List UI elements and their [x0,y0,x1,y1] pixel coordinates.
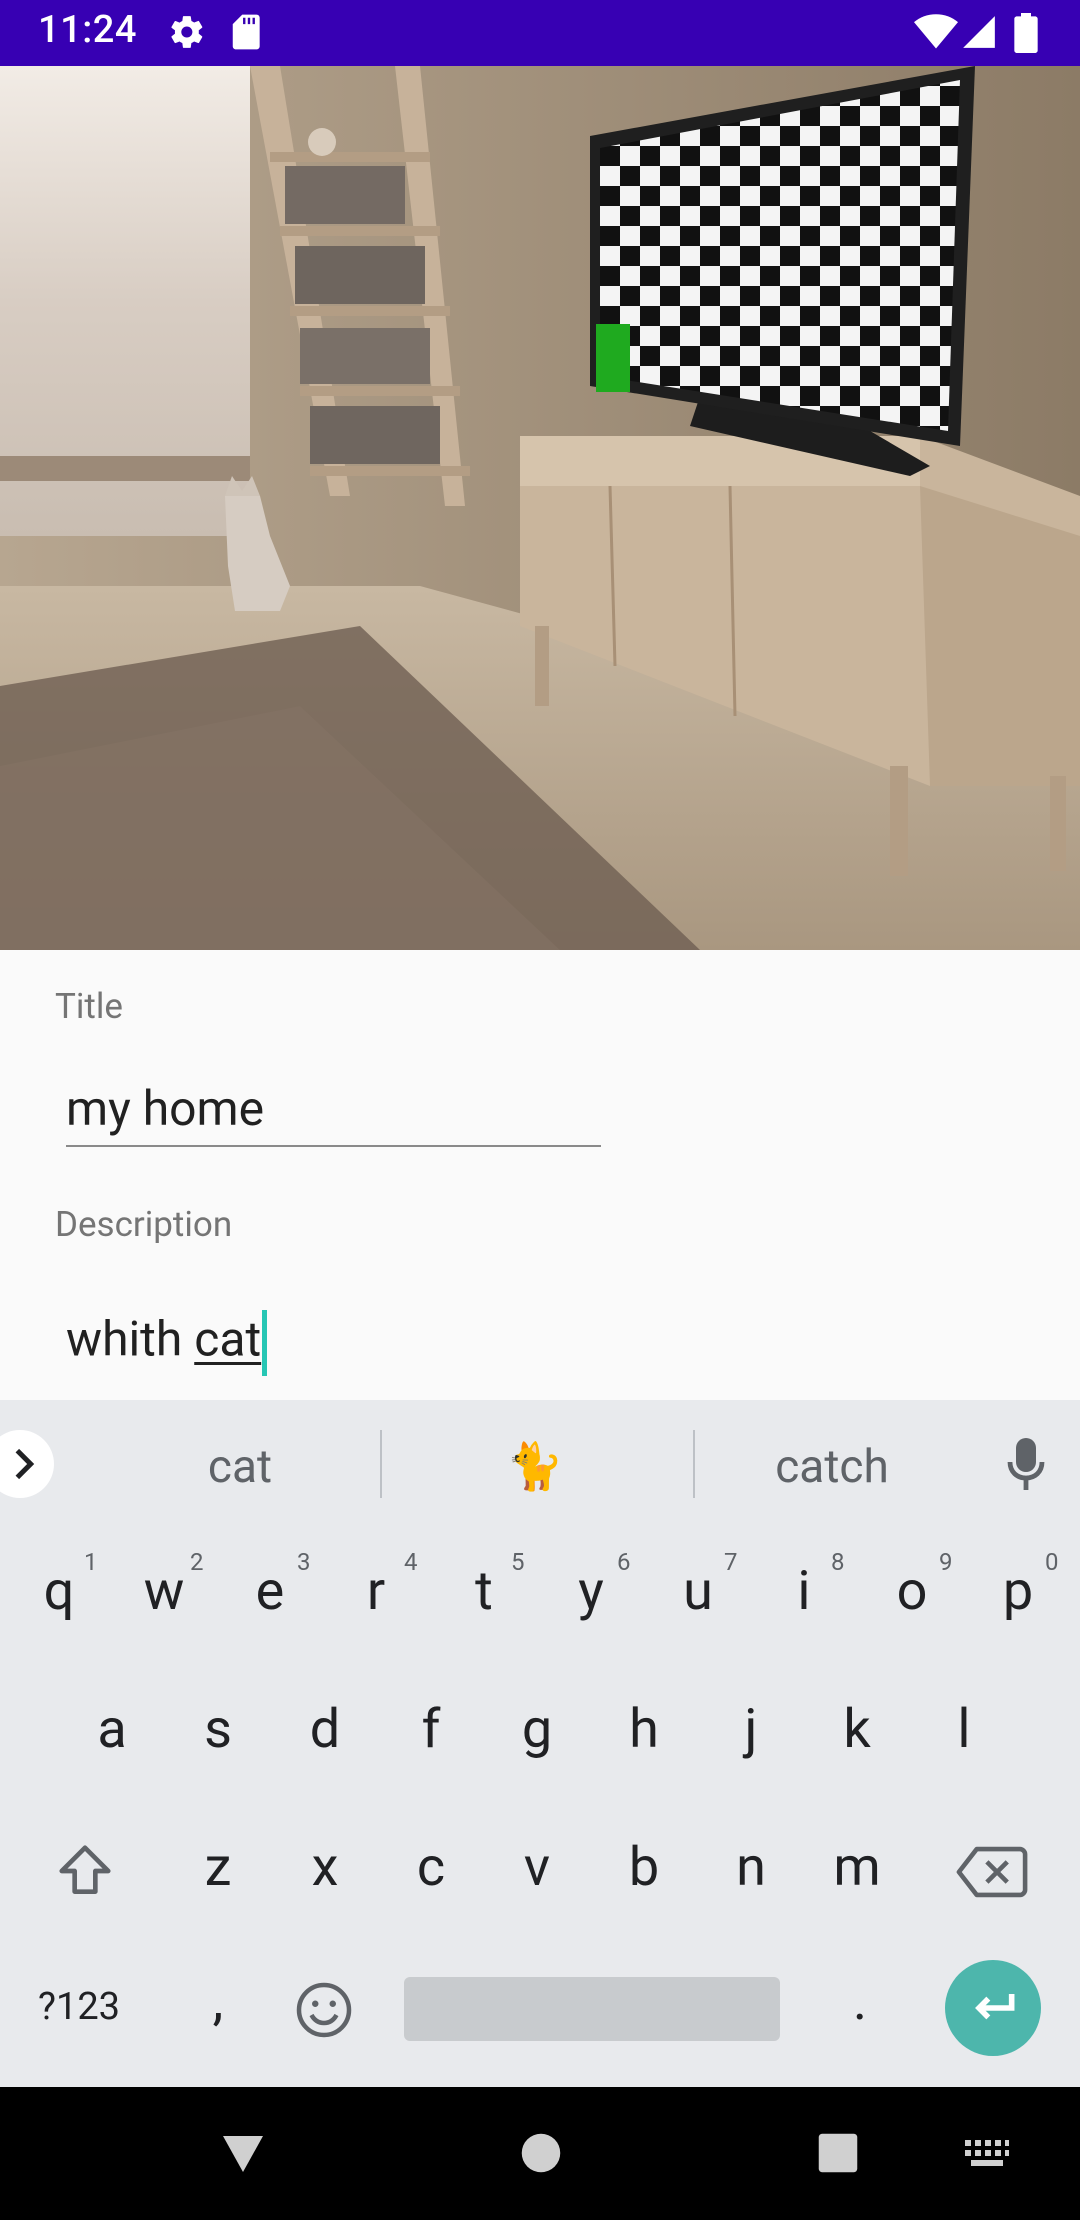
battery-icon [1014,13,1038,53]
key-x[interactable]: x [285,1836,365,1899]
key-s[interactable]: s [178,1698,258,1761]
enter-icon [975,1994,1015,2020]
keyboard-switch-icon[interactable] [963,2137,1011,2171]
key-w-hint: 2 [190,1548,204,1576]
suggestion-strip: cat 🐈 catch [0,1400,1080,1524]
key-a[interactable]: a [72,1698,152,1761]
microphone-icon[interactable] [1002,1434,1050,1494]
key-k[interactable]: k [817,1698,897,1761]
key-v[interactable]: v [497,1836,577,1899]
shift-icon[interactable] [52,1840,118,1902]
key-n[interactable]: n [711,1836,791,1899]
navigation-bar [0,2087,1080,2220]
settings-icon [171,16,203,48]
key-c[interactable]: c [391,1836,471,1899]
description-text: whith [66,1310,195,1368]
key-h[interactable]: h [604,1698,684,1761]
key-e-hint: 3 [297,1548,311,1576]
expand-toolbar-button[interactable] [0,1430,54,1498]
key-q-hint: 1 [84,1548,98,1576]
photo-illustration [0,66,1080,950]
enter-button[interactable] [945,1960,1041,2056]
title-field-underline [66,1145,601,1147]
key-y-hint: 6 [617,1548,631,1576]
living-room-photo[interactable] [0,66,1080,950]
status-time: 11:24 [38,8,137,52]
key-f[interactable]: f [391,1698,471,1761]
description-composing-text: cat [194,1310,262,1368]
sd-card-icon [232,14,260,50]
keyboard: cat 🐈 catch q 1 w 2 e 3 r 4 t 5 y 6 u 7 … [0,1400,1080,2087]
key-l[interactable]: l [924,1698,1004,1761]
key-j[interactable]: j [711,1698,791,1761]
description-field[interactable]: whith cat [66,1310,268,1376]
suggestion-2[interactable]: 🐈 [415,1440,655,1494]
key-p-hint: 0 [1045,1548,1059,1576]
emoji-icon[interactable] [294,1980,354,2040]
description-label: Description [55,1204,233,1245]
recents-icon[interactable] [817,2132,859,2174]
key-u-hint: 7 [724,1548,738,1576]
back-icon[interactable] [218,2132,268,2176]
suggestion-divider [380,1430,382,1498]
wifi-icon [914,14,958,49]
key-g[interactable]: g [497,1698,577,1761]
suggestion-1[interactable]: cat [120,1440,360,1494]
cellular-signal-icon [963,16,995,48]
space-bar[interactable] [404,1977,780,2041]
key-o-hint: 9 [939,1548,953,1576]
period-key[interactable]: . [820,1970,900,2033]
key-r-hint: 4 [404,1548,418,1576]
suggestion-divider [693,1430,695,1498]
status-bar: 11:24 [0,0,1080,66]
key-i-hint: 8 [831,1548,845,1576]
backspace-icon[interactable] [956,1844,1028,1900]
key-b[interactable]: b [604,1836,684,1899]
form: Title my home Description whith cat [0,950,1080,1400]
key-m[interactable]: m [817,1836,897,1899]
key-d[interactable]: d [285,1698,365,1761]
suggestion-3[interactable]: catch [712,1440,952,1494]
text-cursor [262,1310,268,1376]
title-field[interactable]: my home [66,1080,264,1137]
comma-key[interactable]: , [178,1970,258,2033]
key-z[interactable]: z [178,1836,258,1899]
chevron-right-icon [15,1448,35,1480]
symbols-key[interactable]: ?123 [38,1985,120,2029]
home-icon[interactable] [520,2132,562,2174]
title-label: Title [55,986,123,1027]
key-t-hint: 5 [511,1548,525,1576]
